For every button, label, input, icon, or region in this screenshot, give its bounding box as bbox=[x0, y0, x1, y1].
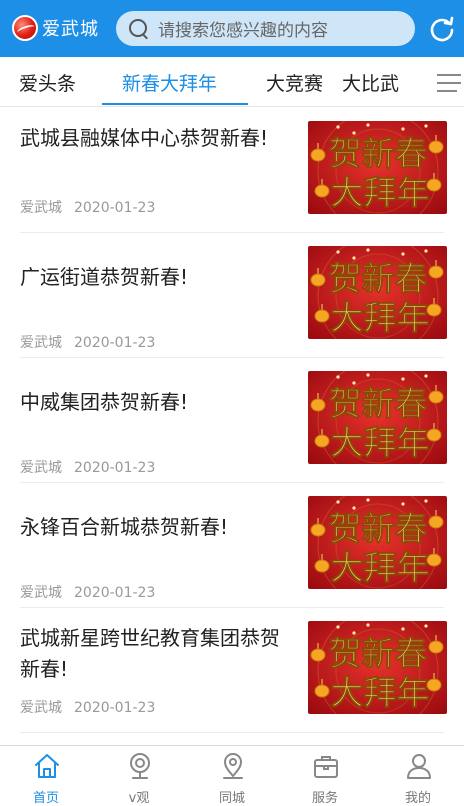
greeting-line-2: 大拜年 bbox=[331, 298, 430, 337]
sparkle bbox=[336, 500, 340, 504]
sparkle bbox=[424, 624, 428, 628]
article-thumbnail: 贺新春 大拜年 bbox=[308, 621, 447, 714]
greeting-line-1: 贺新春 bbox=[329, 134, 428, 173]
sparkle bbox=[424, 249, 428, 253]
sparkle bbox=[366, 498, 370, 502]
article-date: 2020-01-23 bbox=[74, 335, 156, 351]
app-logo[interactable]: 爱武城 bbox=[12, 14, 99, 42]
active-tab-indicator bbox=[102, 103, 248, 105]
sparkle bbox=[401, 377, 405, 381]
user-icon bbox=[407, 754, 431, 779]
greeting-line-1: 贺新春 bbox=[329, 259, 428, 298]
search-placeholder: 请搜索您感兴趣的内容 bbox=[158, 21, 328, 41]
logo-globe-icon bbox=[12, 15, 38, 41]
greeting-line-2: 大拜年 bbox=[331, 173, 430, 212]
nav-label: 首页 bbox=[32, 791, 59, 806]
article-meta: 爱武城 2020-01-23 bbox=[20, 332, 155, 352]
nav-service[interactable]: 服务 bbox=[279, 746, 371, 806]
greeting-line-2: 大拜年 bbox=[331, 673, 430, 712]
sparkle bbox=[401, 502, 405, 506]
article-title: 武城县融媒体中心恭贺新春! bbox=[20, 126, 269, 150]
new-year-greeting-image: 贺新春大拜年 bbox=[308, 496, 447, 589]
article-thumbnail: 贺新春 大拜年 bbox=[308, 496, 447, 589]
category-tabs: 爱头条 新春大拜年 大竞赛 大比武 bbox=[0, 57, 464, 107]
new-year-greeting-image: 贺新春大拜年 bbox=[308, 371, 447, 464]
list-item[interactable]: 中威集团恭贺新春! 爱武城 2020-01-23 贺新春 大拜年 bbox=[0, 358, 464, 483]
greeting-line-2: 大拜年 bbox=[331, 548, 430, 587]
tab-new-year[interactable]: 新春大拜年 bbox=[122, 69, 217, 96]
nav-vview[interactable]: v观 bbox=[93, 746, 185, 806]
nav-local[interactable]: 同城 bbox=[186, 746, 278, 806]
divider bbox=[20, 732, 444, 733]
logo-text: 爱武城 bbox=[42, 19, 99, 40]
nav-home[interactable]: 首页 bbox=[0, 746, 92, 806]
article-date: 2020-01-23 bbox=[74, 200, 156, 216]
list-item[interactable]: 武城县融媒体中心恭贺新春! 爱武城 2020-01-23 贺新春 大拜年 bbox=[0, 108, 464, 233]
sparkle bbox=[336, 250, 340, 254]
article-meta: 爱武城 2020-01-23 bbox=[20, 582, 155, 602]
article-meta: 爱武城 2020-01-23 bbox=[20, 197, 155, 217]
sparkle bbox=[366, 373, 370, 377]
tab-headlines[interactable]: 爱头条 bbox=[19, 69, 76, 96]
search-icon bbox=[126, 16, 152, 42]
menu-icon[interactable] bbox=[437, 73, 461, 93]
sparkle bbox=[424, 499, 428, 503]
nav-profile[interactable]: 我的 bbox=[372, 746, 464, 806]
nav-label: 我的 bbox=[404, 791, 431, 806]
article-source: 爱武城 bbox=[20, 335, 62, 351]
article-source: 爱武城 bbox=[20, 585, 62, 601]
sparkle bbox=[336, 375, 340, 379]
article-title: 武城新星跨世纪教育集团恭贺新春! bbox=[20, 626, 280, 681]
article-meta: 爱武城 2020-01-23 bbox=[20, 457, 155, 477]
sparkle bbox=[366, 248, 370, 252]
location-pin-icon bbox=[223, 753, 243, 779]
sparkle bbox=[424, 124, 428, 128]
new-year-greeting-image: 贺新春大拜年 bbox=[308, 121, 447, 214]
home-icon bbox=[35, 754, 59, 778]
article-title: 永锋百合新城恭贺新春! bbox=[20, 515, 229, 539]
new-year-greeting-image: 贺新春大拜年 bbox=[308, 621, 447, 714]
greeting-line-1: 贺新春 bbox=[329, 509, 428, 548]
bottom-navigation: 首页 v观 同城 服务 我的 bbox=[0, 745, 464, 806]
article-title: 中威集团恭贺新春! bbox=[20, 390, 189, 414]
nav-label: 同城 bbox=[218, 791, 245, 806]
tab-contest[interactable]: 大竞赛 bbox=[266, 69, 323, 96]
article-source: 爱武城 bbox=[20, 700, 62, 716]
camera-icon bbox=[130, 753, 150, 779]
greeting-line-1: 贺新春 bbox=[329, 634, 428, 673]
article-date: 2020-01-23 bbox=[74, 585, 156, 601]
nav-label: 服务 bbox=[311, 791, 338, 806]
article-thumbnail: 贺新春 大拜年 bbox=[308, 121, 447, 214]
greeting-line-1: 贺新春 bbox=[329, 384, 428, 423]
search-input[interactable]: 请搜索您感兴趣的内容 bbox=[116, 11, 415, 46]
sparkle bbox=[366, 123, 370, 127]
article-source: 爱武城 bbox=[20, 200, 62, 216]
sparkle bbox=[401, 252, 405, 256]
article-date: 2020-01-23 bbox=[74, 700, 156, 716]
sparkle bbox=[336, 125, 340, 129]
sparkle bbox=[366, 623, 370, 627]
briefcase-icon bbox=[314, 756, 338, 778]
list-item[interactable]: 广运街道恭贺新春! 爱武城 2020-01-23 贺新春 大拜年 bbox=[0, 233, 464, 358]
sparkle bbox=[424, 374, 428, 378]
sparkle bbox=[401, 127, 405, 131]
greeting-line-2: 大拜年 bbox=[331, 423, 430, 462]
article-meta: 爱武城 2020-01-23 bbox=[20, 697, 155, 717]
sparkle bbox=[336, 625, 340, 629]
list-item[interactable]: 永锋百合新城恭贺新春! 爱武城 2020-01-23 贺新春 大拜年 bbox=[0, 483, 464, 608]
tab-competition[interactable]: 大比武 bbox=[342, 69, 399, 96]
list-item[interactable]: 武城新星跨世纪教育集团恭贺新春! 爱武城 2020-01-23 贺新春 大拜年 bbox=[0, 608, 464, 733]
new-year-greeting-image: 贺新春大拜年 bbox=[308, 246, 447, 339]
article-thumbnail: 贺新春 大拜年 bbox=[308, 246, 447, 339]
article-thumbnail: 贺新春 大拜年 bbox=[308, 371, 447, 464]
nav-label: v观 bbox=[128, 791, 150, 806]
article-source: 爱武城 bbox=[20, 460, 62, 476]
article-title: 广运街道恭贺新春! bbox=[20, 265, 189, 289]
top-bar: 爱武城 请搜索您感兴趣的内容 bbox=[0, 0, 464, 57]
sparkle bbox=[401, 627, 405, 631]
refresh-icon[interactable] bbox=[428, 15, 456, 43]
article-date: 2020-01-23 bbox=[74, 460, 156, 476]
